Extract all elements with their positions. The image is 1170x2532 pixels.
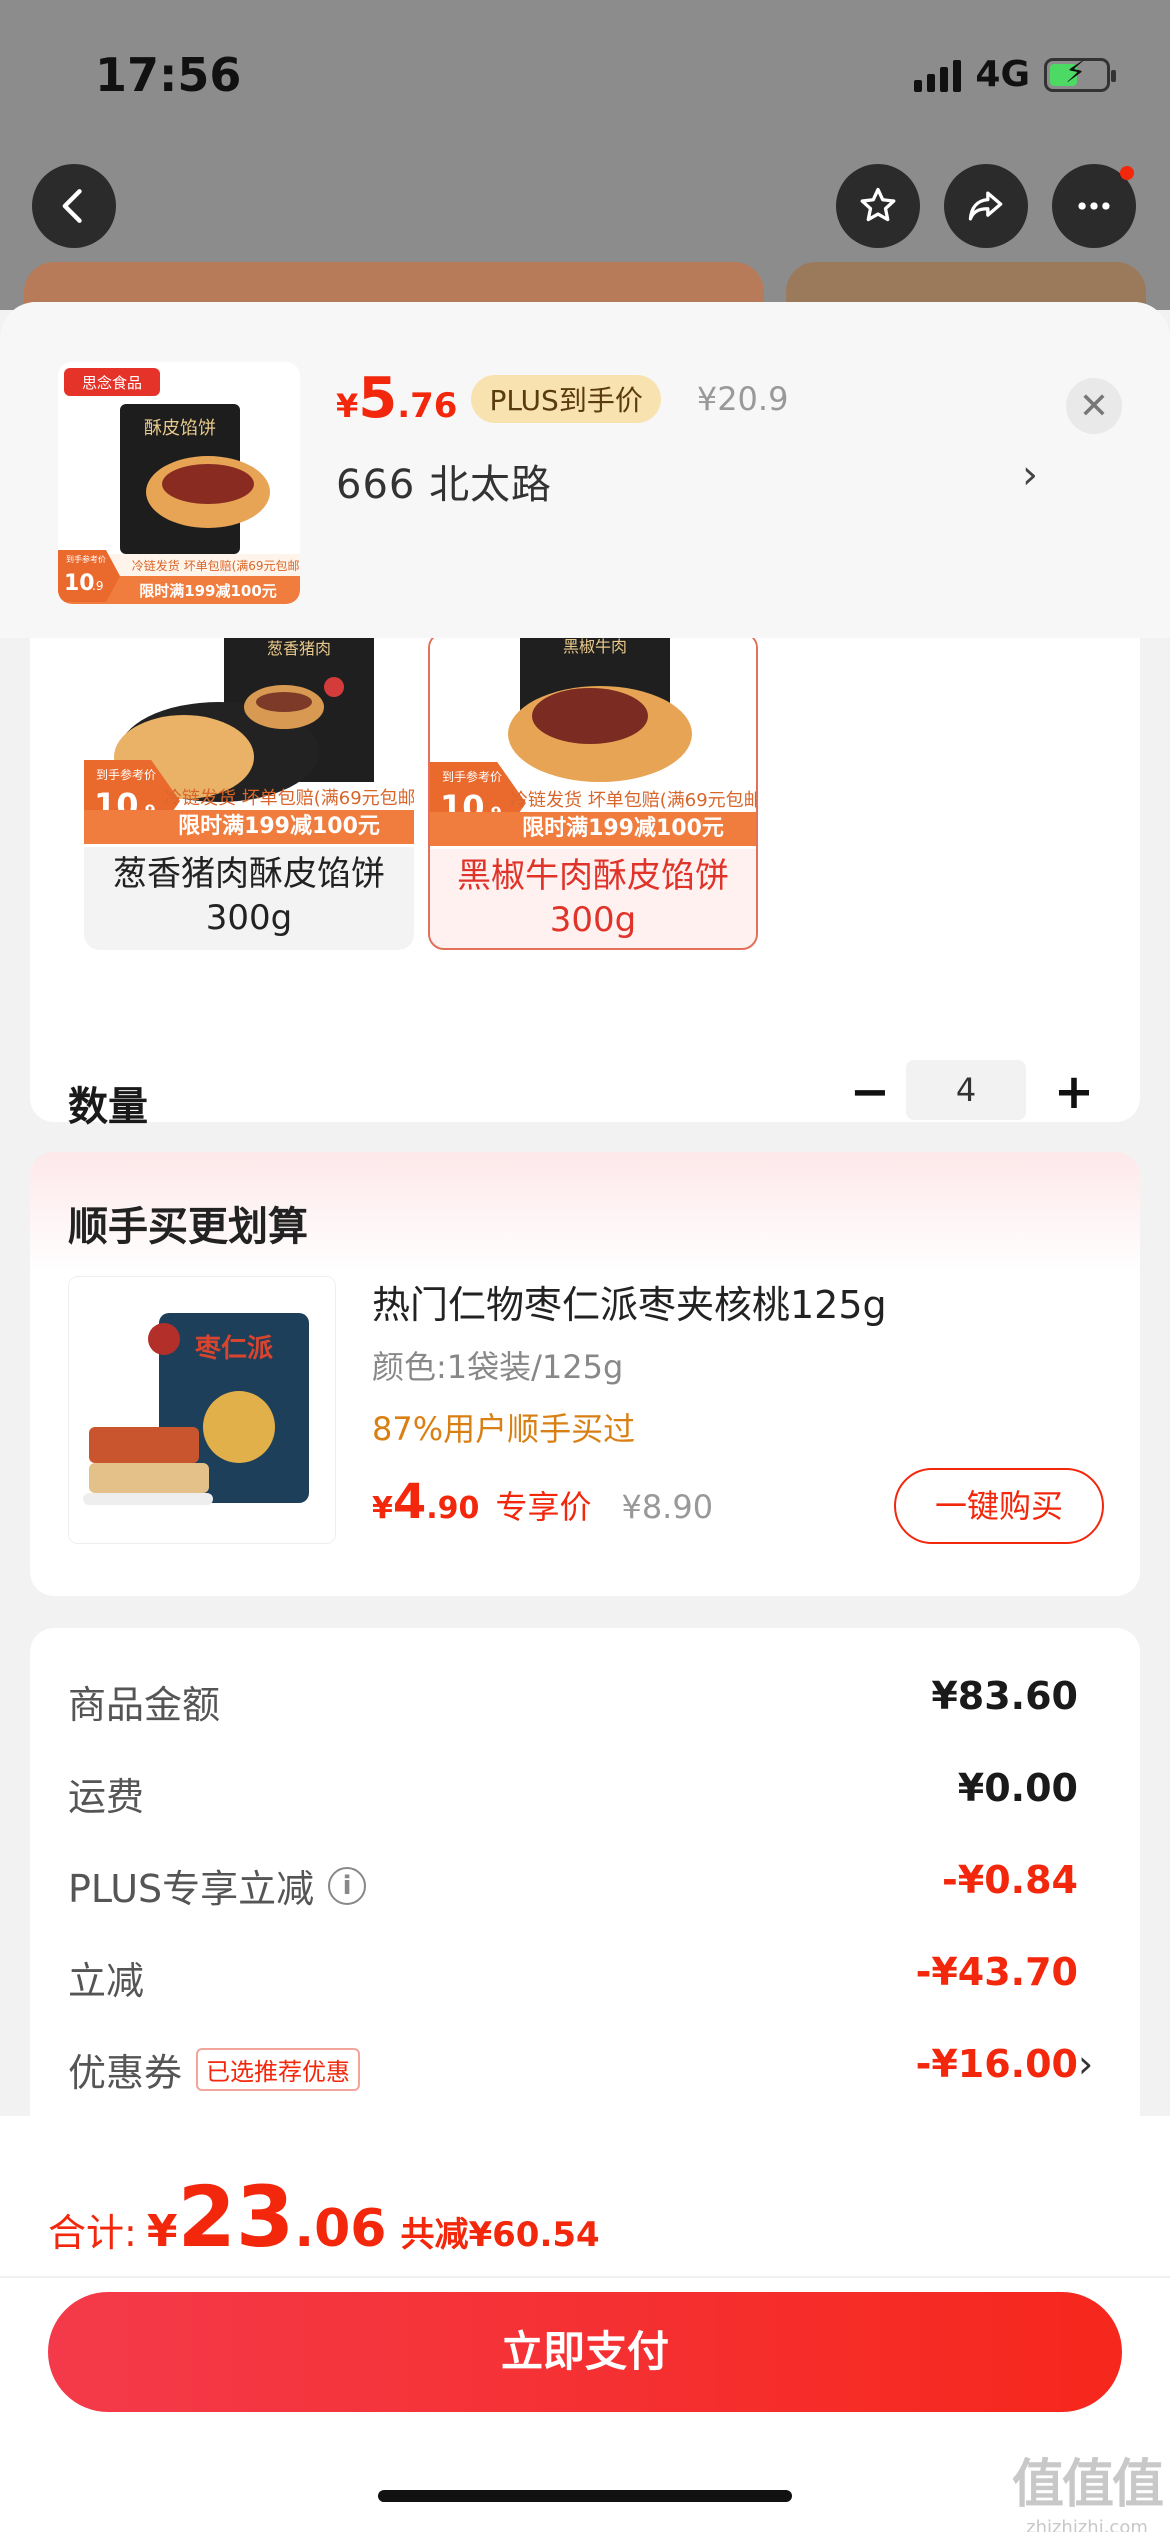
watermark-logo: 值值值 — [1012, 2455, 1164, 2515]
thumb-badge-dec: .9 — [92, 579, 103, 593]
thumb-brand: 思念食品 — [82, 374, 142, 392]
thumb-badge-price: 10 — [64, 571, 95, 596]
share-button[interactable] — [944, 164, 1028, 248]
summary-value: ¥83.60 — [931, 1674, 1078, 1718]
pay-now-button[interactable]: 立即支付 — [48, 2292, 1122, 2412]
watermark: 值值值 zhizhizhi.com — [1012, 2442, 1164, 2532]
promo-top-text: 冷链发货 坏单包赔(满69元包邮) — [510, 790, 758, 811]
thumb-badge-label: 到手参考价 — [66, 554, 106, 564]
quantity-label: 数量 — [68, 1084, 148, 1130]
variant-name: 黑椒牛肉酥皮馅饼300g — [457, 856, 729, 940]
summary-row-discount: 立减 -¥43.70 — [68, 1950, 1078, 2010]
chevron-right-icon[interactable]: › — [1078, 2042, 1093, 2086]
bundle-price-symbol: ¥ — [372, 1491, 393, 1526]
total-integer: 23 — [177, 2168, 295, 2266]
bundle-price-integer: 4 — [392, 1474, 427, 1530]
close-icon: ✕ — [1078, 385, 1110, 427]
summary-label: 商品金额 — [68, 1683, 221, 1727]
bundle-card: 顺手买更划算 枣仁派 热门仁物枣仁派枣夹核桃125g 颜色:1袋装/125g 8… — [30, 1152, 1140, 1596]
notification-dot — [1120, 166, 1134, 180]
variant-option-pork[interactable]: 葱香猪肉 到手参考价 10.9 冷链发货 坏单包赔(满69元包邮) 限时满199… — [84, 632, 414, 950]
price-row: ¥ 5 .76 PLUS到手价 ¥20.9 — [336, 366, 788, 431]
bundle-price-tag: 专享价 — [495, 1488, 592, 1526]
bundle-price-decimal: .90 — [426, 1491, 480, 1526]
variant-package-text: 黑椒牛肉 — [563, 637, 627, 656]
bundle-purchase-rate: 87%用户顺手买过 — [372, 1410, 636, 1448]
summary-row-coupon[interactable]: 优惠券 已选推荐优惠 -¥16.00 — [68, 2042, 1078, 2102]
home-indicator — [378, 2490, 792, 2502]
quantity-increase-button[interactable]: + — [1044, 1062, 1104, 1122]
total-saved: 共减¥60.54 — [400, 2215, 600, 2255]
summary-value: -¥43.70 — [915, 1950, 1078, 1994]
variant-option-beef[interactable]: 黑椒牛肉 到手参考价 10.9 冷链发货 坏单包赔(满69元包邮) 限时满199… — [428, 632, 758, 950]
share-icon — [968, 191, 1003, 221]
quantity-input[interactable]: 4 — [906, 1060, 1026, 1120]
promo-bottom-text: 限时满199减100元 — [430, 812, 756, 846]
summary-row-plus-discount: PLUS专享立减 i -¥0.84 — [68, 1858, 1078, 1918]
thumb-promo-top: 冷链发货 坏单包赔(满69元包邮) — [132, 558, 300, 573]
promo-band: 冷链发货 坏单包赔(满69元包邮) 限时满199减100元 — [84, 780, 414, 844]
bundle-product-name[interactable]: 热门仁物枣仁派枣夹核桃125g — [372, 1274, 887, 1329]
promo-bottom-text: 限时满199减100元 — [84, 810, 414, 844]
bundle-title: 顺手买更划算 — [68, 1204, 308, 1250]
one-click-buy-button[interactable]: 一键购买 — [894, 1468, 1104, 1544]
more-button[interactable] — [1052, 164, 1136, 248]
plus-price-tag: PLUS到手价 — [471, 374, 661, 423]
bundle-product-image[interactable]: 枣仁派 — [68, 1276, 336, 1544]
network-type: 4G — [975, 54, 1030, 95]
bundle-original-price: ¥8.90 — [621, 1488, 714, 1526]
back-button[interactable] — [32, 164, 116, 248]
checkout-bar: 合计: ¥ 23 .06 共减¥60.54 立即支付 值值值 zhizhizhi… — [0, 2116, 1170, 2532]
summary-label: PLUS专享立减 — [68, 1867, 315, 1911]
bundle-package-text: 枣仁派 — [194, 1334, 273, 1364]
watermark-site: zhizhizhi.com — [1026, 2517, 1148, 2532]
status-bar: 17:56 4G ⚡ — [0, 40, 1170, 110]
variant-name: 葱香猪肉酥皮馅饼300g — [113, 854, 385, 938]
total-label: 合计: — [48, 2211, 137, 2255]
more-dots-icon — [1078, 202, 1110, 210]
chevron-right-icon[interactable]: › — [1022, 452, 1038, 498]
promo-top-text: 冷链发货 坏单包赔(满69元包邮) — [164, 788, 414, 809]
divider — [0, 2276, 1170, 2278]
quantity-decrease-button[interactable]: − — [840, 1062, 900, 1122]
summary-label: 优惠券 — [68, 2051, 183, 2095]
back-arrow-icon — [62, 189, 82, 223]
summary-value: -¥16.00 — [915, 2042, 1078, 2086]
status-time: 17:56 — [95, 48, 242, 102]
sheet-header: 思念食品 酥皮馅饼 冷链发货 坏单包赔(满69元包邮) 限时满199减100元 … — [0, 302, 1170, 638]
status-indicators: 4G ⚡ — [914, 54, 1116, 95]
summary-value: ¥0.00 — [957, 1766, 1078, 1810]
original-price: ¥20.9 — [696, 379, 789, 418]
summary-label: 立减 — [68, 1959, 145, 2003]
delivery-address[interactable]: 666 北太路 — [336, 452, 552, 510]
price-decimal: .76 — [397, 386, 458, 426]
summary-row-goods: 商品金额 ¥83.60 — [68, 1674, 1078, 1734]
background-page: 17:56 4G ⚡ — [0, 0, 1170, 322]
close-button[interactable]: ✕ — [1066, 378, 1122, 434]
summary-row-shipping: 运费 ¥0.00 — [68, 1766, 1078, 1826]
total-decimal: .06 — [294, 2199, 387, 2259]
thumb-package-text: 酥皮馅饼 — [144, 418, 216, 439]
price-symbol: ¥ — [336, 387, 359, 425]
coupon-tag: 已选推荐优惠 — [196, 2048, 361, 2091]
summary-value: -¥0.84 — [942, 1858, 1078, 1902]
promo-band: 冷链发货 坏单包赔(满69元包邮) 限时满199减100元 — [430, 782, 758, 846]
bundle-spec: 颜色:1袋装/125g — [372, 1348, 624, 1386]
total-row: 合计: ¥ 23 .06 共减¥60.54 — [48, 2168, 600, 2266]
favorite-button[interactable] — [836, 164, 920, 248]
price-integer: 5 — [358, 366, 398, 431]
variant-package-text: 葱香猪肉 — [267, 639, 331, 658]
bundle-price-row: ¥ 4 .90 专享价 ¥8.90 — [372, 1474, 713, 1530]
thumb-promo-bottom: 限时满199减100元 — [139, 582, 277, 600]
info-icon[interactable]: i — [328, 1866, 367, 1905]
star-icon — [860, 187, 896, 222]
total-symbol: ¥ — [146, 2206, 178, 2257]
summary-label: 运费 — [68, 1775, 145, 1819]
battery-icon: ⚡ — [1044, 55, 1116, 92]
product-thumbnail[interactable]: 思念食品 酥皮馅饼 冷链发货 坏单包赔(满69元包邮) 限时满199减100元 … — [58, 362, 300, 604]
signal-icon — [914, 58, 962, 92]
price-summary-card: 商品金额 ¥83.60 运费 ¥0.00 PLUS专享立减 i -¥0.84 立… — [30, 1628, 1140, 2148]
